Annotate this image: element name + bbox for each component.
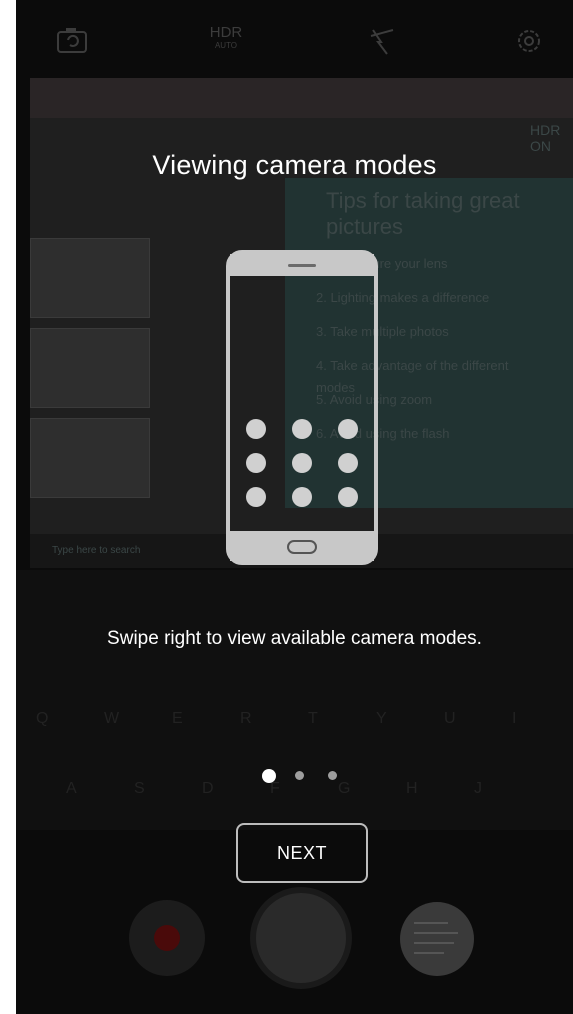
keyboard-key: Y <box>376 710 387 727</box>
flash-off-icon[interactable] <box>365 26 399 56</box>
tutorial-title: Viewing camera modes <box>152 150 437 180</box>
preview-thumb <box>30 238 150 318</box>
switch-camera-icon[interactable] <box>56 26 90 56</box>
keyboard-key: Q <box>36 710 49 727</box>
keyboard-key: R <box>240 710 252 727</box>
preview-thumb <box>30 328 150 408</box>
preview-hdr-badge-top: HDR <box>530 122 561 138</box>
preview-thumbnails <box>30 148 160 548</box>
page-dot <box>295 771 304 780</box>
preview-taskbar-search: Type here to search <box>52 545 141 556</box>
phone-home-button <box>287 540 317 554</box>
keyboard-key: T <box>308 710 318 727</box>
page-dot-active <box>262 769 276 783</box>
settings-icon[interactable] <box>513 26 547 56</box>
preview-thumb <box>30 418 150 498</box>
record-dot-icon <box>154 925 180 951</box>
keyboard-key: D <box>202 780 214 797</box>
keyboard-key: I <box>512 710 517 727</box>
gallery-thumbnail[interactable] <box>400 902 474 976</box>
modes-grid-icon <box>246 419 358 509</box>
preview-heading: Tips for taking great pictures <box>326 188 520 239</box>
phone-illustration <box>226 250 378 565</box>
camera-viewfinder: Tips for taking great pictures HDR ON 1.… <box>16 0 573 1014</box>
keyboard-key: J <box>474 780 482 797</box>
keyboard-key: E <box>172 710 183 727</box>
phone-speaker <box>288 264 316 267</box>
hdr-auto-icon[interactable]: HDR AUTO <box>204 24 248 58</box>
preview-ribbon <box>30 78 573 118</box>
preview-keyboard: QWERTYUI ASDFGHJ <box>16 570 573 830</box>
shutter-button[interactable] <box>250 887 352 989</box>
keyboard-key: H <box>406 780 418 797</box>
hdr-label: HDR <box>209 24 243 41</box>
next-button[interactable]: NEXT <box>236 823 368 883</box>
hdr-sub-label: AUTO <box>214 41 238 50</box>
tutorial-subtitle: Swipe right to view available camera mod… <box>107 628 482 649</box>
keyboard-key: A <box>66 780 77 797</box>
page-indicator <box>262 768 342 784</box>
page-dot <box>328 771 337 780</box>
keyboard-key: S <box>134 780 145 797</box>
camera-top-bar: HDR AUTO <box>16 0 573 78</box>
record-button[interactable] <box>129 900 205 976</box>
keyboard-key: U <box>444 710 456 727</box>
keyboard-key: W <box>104 710 120 727</box>
